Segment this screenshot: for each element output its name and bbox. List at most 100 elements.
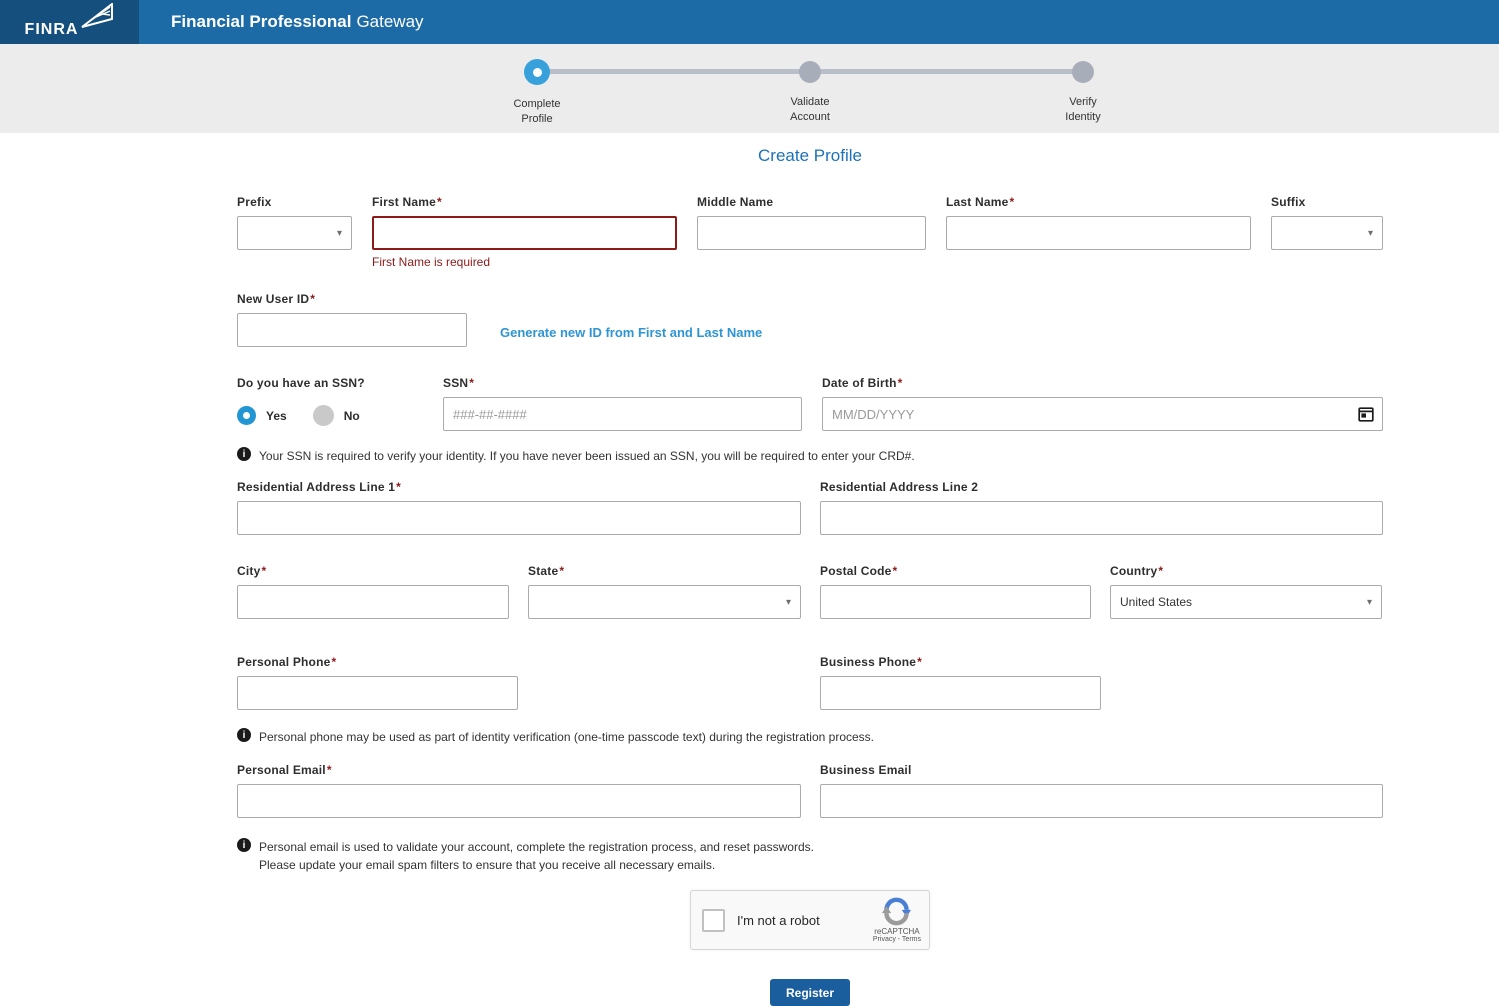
personal-phone-field: Personal Phone*	[237, 655, 518, 710]
city-row: City* State* ▾ Postal Code* Country* Uni…	[237, 564, 1383, 619]
chevron-down-icon: ▾	[786, 597, 791, 608]
ssn-no-label: No	[344, 409, 360, 423]
first-name-input[interactable]	[372, 216, 677, 250]
address2-field: Residential Address Line 2	[820, 480, 1383, 535]
recaptcha-checkbox[interactable]	[702, 909, 725, 932]
app-title-light: Gateway	[356, 12, 423, 32]
business-email-field: Business Email	[820, 763, 1383, 818]
business-email-input[interactable]	[820, 784, 1383, 818]
state-label: State*	[528, 564, 801, 578]
middle-name-input[interactable]	[697, 216, 926, 250]
step-circle-icon	[799, 61, 821, 83]
step-label: Complete Profile	[482, 97, 592, 127]
required-asterisk: *	[1158, 564, 1163, 578]
step-verify-identity[interactable]: Verify Identity	[1028, 44, 1138, 125]
finra-flag-icon	[80, 3, 114, 29]
recaptcha-icon	[882, 897, 911, 926]
first-name-label: First Name*	[372, 195, 677, 209]
ssn-yes-label: Yes	[266, 409, 287, 423]
generate-id-link[interactable]: Generate new ID from First and Last Name	[500, 325, 762, 340]
ssn-row: Do you have an SSN? Yes No SSN* Date of …	[237, 376, 1383, 431]
step-circle-icon	[1072, 61, 1094, 83]
first-name-error: First Name is required	[372, 255, 677, 269]
personal-email-input[interactable]	[237, 784, 801, 818]
app-title-bold: Financial Professional	[171, 12, 351, 32]
middle-name-label: Middle Name	[697, 195, 926, 209]
business-phone-input[interactable]	[820, 676, 1101, 710]
suffix-label: Suffix	[1271, 195, 1383, 209]
app-title: Financial Professional Gateway	[171, 0, 424, 44]
city-label: City*	[237, 564, 509, 578]
business-phone-field: Business Phone*	[820, 655, 1101, 710]
country-field: Country* United States ▾	[1110, 564, 1382, 619]
city-field: City*	[237, 564, 509, 619]
finra-logo-text: FINRA	[25, 15, 79, 38]
city-input[interactable]	[237, 585, 509, 619]
step-validate-account[interactable]: Validate Account	[755, 44, 865, 125]
ssn-info: i Your SSN is required to verify your id…	[237, 447, 1383, 465]
required-asterisk: *	[917, 655, 922, 669]
new-user-id-input[interactable]	[237, 313, 467, 347]
ssn-label: SSN*	[443, 376, 802, 390]
last-name-input[interactable]	[946, 216, 1251, 250]
required-asterisk: *	[437, 195, 442, 209]
recaptcha-brand: reCAPTCHA	[874, 927, 919, 936]
chevron-down-icon: ▾	[1367, 597, 1372, 608]
suffix-select[interactable]: ▾	[1271, 216, 1383, 250]
business-phone-label: Business Phone*	[820, 655, 1101, 669]
ssn-radio-group: Yes No	[237, 405, 423, 426]
personal-phone-input[interactable]	[237, 676, 518, 710]
recaptcha-privacy-terms[interactable]: Privacy - Terms	[873, 936, 921, 943]
register-button[interactable]: Register	[770, 979, 850, 1006]
required-asterisk: *	[1010, 195, 1015, 209]
user-id-row: New User ID* Generate new ID from First …	[237, 292, 1383, 347]
prefix-field: Prefix ▾	[237, 195, 352, 269]
required-asterisk: *	[332, 655, 337, 669]
info-icon: i	[237, 728, 251, 742]
address1-label: Residential Address Line 1*	[237, 480, 801, 494]
step-complete-profile[interactable]: Complete Profile	[482, 44, 592, 127]
address2-input[interactable]	[820, 501, 1383, 535]
last-name-label: Last Name*	[946, 195, 1251, 209]
state-field: State* ▾	[528, 564, 801, 619]
phone-row: Personal Phone* Business Phone*	[237, 655, 1383, 710]
address1-field: Residential Address Line 1*	[237, 480, 801, 535]
create-profile-form: Create Profile Prefix ▾ First Name* Firs…	[237, 146, 1383, 1006]
recaptcha-label: I'm not a robot	[737, 913, 820, 928]
ssn-field: SSN*	[443, 376, 802, 431]
recaptcha-logo: reCAPTCHA Privacy - Terms	[873, 897, 921, 943]
dob-input[interactable]	[822, 397, 1383, 431]
required-asterisk: *	[327, 763, 332, 777]
ssn-input[interactable]	[443, 397, 802, 431]
state-select[interactable]: ▾	[528, 585, 801, 619]
address1-input[interactable]	[237, 501, 801, 535]
required-asterisk: *	[310, 292, 315, 306]
personal-phone-label: Personal Phone*	[237, 655, 518, 669]
email-info: i Personal email is used to validate you…	[237, 838, 1383, 874]
postal-code-input[interactable]	[820, 585, 1091, 619]
phone-info: i Personal phone may be used as part of …	[237, 728, 1383, 746]
progress-stepper: Complete Profile Validate Account Verify…	[0, 44, 1499, 133]
calendar-icon[interactable]	[1358, 406, 1374, 422]
required-asterisk: *	[396, 480, 401, 494]
required-asterisk: *	[261, 564, 266, 578]
required-asterisk: *	[893, 564, 898, 578]
recaptcha-widget: I'm not a robot reCAPTCHA Privacy - Term…	[690, 890, 930, 950]
ssn-info-text: Your SSN is required to verify your iden…	[259, 447, 915, 465]
app-header: FINRA Financial Professional Gateway	[0, 0, 1499, 44]
finra-logo[interactable]: FINRA	[0, 0, 139, 44]
chevron-down-icon: ▾	[1368, 228, 1373, 239]
ssn-question-label: Do you have an SSN?	[237, 376, 423, 390]
suffix-field: Suffix ▾	[1271, 195, 1383, 269]
ssn-no-radio[interactable]: No	[313, 405, 360, 426]
country-label: Country*	[1110, 564, 1382, 578]
ssn-yes-radio[interactable]: Yes	[237, 406, 287, 425]
required-asterisk: *	[898, 376, 903, 390]
email-row: Personal Email* Business Email	[237, 763, 1383, 818]
phone-info-text: Personal phone may be used as part of id…	[259, 728, 874, 746]
prefix-select[interactable]: ▾	[237, 216, 352, 250]
address-row: Residential Address Line 1* Residential …	[237, 480, 1383, 535]
dob-label: Date of Birth*	[822, 376, 1383, 390]
step-circle-icon	[524, 59, 550, 85]
country-select[interactable]: United States ▾	[1110, 585, 1382, 619]
